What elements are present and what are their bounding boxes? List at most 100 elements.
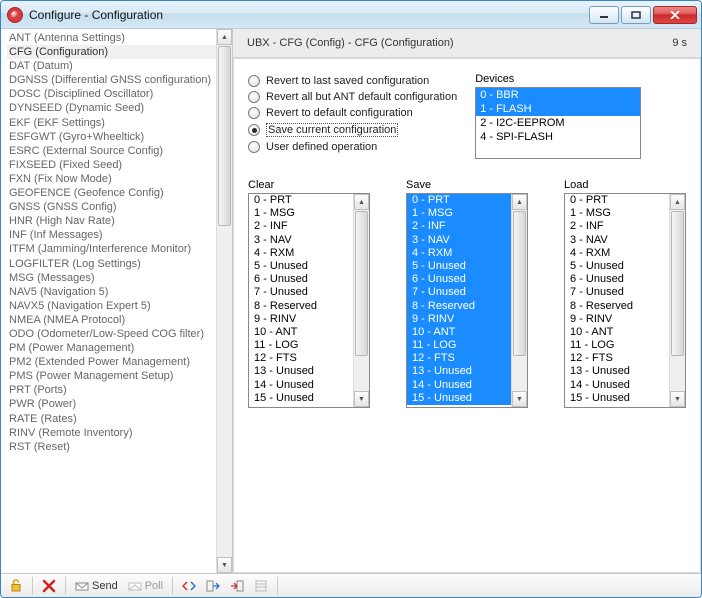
load-listbox[interactable]: 0 - PRT1 - MSG2 - INF3 - NAV4 - RXM5 - U…: [564, 193, 686, 408]
tree-item[interactable]: CFG (Configuration): [7, 45, 216, 59]
list-item[interactable]: 2 - INF: [249, 220, 353, 233]
devices-listbox[interactable]: 0 - BBR1 - FLASH2 - I2C-EEPROM4 - SPI-FL…: [475, 87, 641, 159]
tree-item[interactable]: DOSC (Disciplined Oscillator): [7, 87, 216, 101]
toolbar-btn-c[interactable]: [226, 576, 248, 596]
list-item[interactable]: 6 - Unused: [407, 273, 511, 286]
tree-item[interactable]: DYNSEED (Dynamic Seed): [7, 101, 216, 115]
send-button[interactable]: Send: [71, 576, 122, 596]
tree-item[interactable]: ITFM (Jamming/Interference Monitor): [7, 242, 216, 256]
clear-scrollbar[interactable]: ▲ ▼: [353, 194, 369, 407]
save-listbox[interactable]: 0 - PRT1 - MSG2 - INF3 - NAV4 - RXM5 - U…: [406, 193, 528, 408]
list-item[interactable]: 11 - LOG: [249, 339, 353, 352]
radio-option[interactable]: Revert to last saved configuration: [248, 75, 457, 87]
tree-item[interactable]: GNSS (GNSS Config): [7, 200, 216, 214]
tree-item[interactable]: EKF (EKF Settings): [7, 116, 216, 130]
list-item[interactable]: 7 - Unused: [249, 286, 353, 299]
list-item[interactable]: 11 - LOG: [565, 339, 669, 352]
tree-item[interactable]: MSG (Messages): [7, 271, 216, 285]
scroll-down-button[interactable]: ▼: [354, 391, 369, 407]
list-item[interactable]: 3 - NAV: [565, 234, 669, 247]
radio-option[interactable]: User defined operation: [248, 141, 457, 153]
list-item[interactable]: 12 - FTS: [407, 352, 511, 365]
scroll-thumb[interactable]: [671, 211, 684, 356]
list-item[interactable]: 14 - Unused: [565, 379, 669, 392]
scroll-up-button[interactable]: ▲: [217, 29, 232, 45]
list-item[interactable]: 1 - MSG: [407, 207, 511, 220]
toolbar-btn-d[interactable]: [250, 576, 272, 596]
tree-item[interactable]: GEOFENCE (Geofence Config): [7, 186, 216, 200]
tree-item[interactable]: ANT (Antenna Settings): [7, 31, 216, 45]
scroll-down-button[interactable]: ▼: [512, 391, 527, 407]
tree-item[interactable]: PWR (Power): [7, 397, 216, 411]
tree-item[interactable]: DAT (Datum): [7, 59, 216, 73]
lock-button[interactable]: [5, 576, 27, 596]
list-item[interactable]: 8 - Reserved: [565, 300, 669, 313]
list-item[interactable]: 1 - MSG: [565, 207, 669, 220]
list-item[interactable]: 3 - NAV: [249, 234, 353, 247]
device-item[interactable]: 4 - SPI-FLASH: [476, 130, 640, 144]
list-item[interactable]: 9 - RINV: [249, 313, 353, 326]
message-tree[interactable]: ANT (Antenna Settings)CFG (Configuration…: [1, 29, 216, 573]
list-item[interactable]: 13 - Unused: [249, 365, 353, 378]
list-item[interactable]: 10 - ANT: [249, 326, 353, 339]
device-item[interactable]: 1 - FLASH: [476, 102, 640, 116]
tree-item[interactable]: PRT (Ports): [7, 383, 216, 397]
list-item[interactable]: 4 - RXM: [407, 247, 511, 260]
tree-item[interactable]: RST (Reset): [7, 440, 216, 454]
list-item[interactable]: 3 - NAV: [407, 234, 511, 247]
toolbar-btn-b[interactable]: [202, 576, 224, 596]
list-item[interactable]: 13 - Unused: [565, 365, 669, 378]
list-item[interactable]: 8 - Reserved: [249, 300, 353, 313]
list-item[interactable]: 13 - Unused: [407, 365, 511, 378]
tree-item[interactable]: FIXSEED (Fixed Seed): [7, 158, 216, 172]
scroll-down-button[interactable]: ▼: [670, 391, 685, 407]
scroll-down-button[interactable]: ▼: [217, 557, 232, 573]
tree-item[interactable]: NMEA (NMEA Protocol): [7, 313, 216, 327]
list-item[interactable]: 12 - FTS: [249, 352, 353, 365]
radio-option[interactable]: Save current configuration: [248, 123, 457, 137]
list-item[interactable]: 6 - Unused: [249, 273, 353, 286]
list-item[interactable]: 7 - Unused: [407, 286, 511, 299]
list-item[interactable]: 9 - RINV: [407, 313, 511, 326]
list-item[interactable]: 10 - ANT: [565, 326, 669, 339]
list-item[interactable]: 0 - PRT: [249, 194, 353, 207]
scroll-up-button[interactable]: ▲: [512, 194, 527, 210]
list-item[interactable]: 4 - RXM: [565, 247, 669, 260]
delete-button[interactable]: [38, 576, 60, 596]
tree-item[interactable]: NAVX5 (Navigation Expert 5): [7, 299, 216, 313]
tree-item[interactable]: RATE (Rates): [7, 412, 216, 426]
list-item[interactable]: 8 - Reserved: [407, 300, 511, 313]
tree-item[interactable]: PMS (Power Management Setup): [7, 369, 216, 383]
list-item[interactable]: 4 - RXM: [249, 247, 353, 260]
list-item[interactable]: 9 - RINV: [565, 313, 669, 326]
list-item[interactable]: 0 - PRT: [565, 194, 669, 207]
clear-listbox[interactable]: 0 - PRT1 - MSG2 - INF3 - NAV4 - RXM5 - U…: [248, 193, 370, 408]
close-button[interactable]: [653, 6, 697, 24]
tree-item[interactable]: NAV5 (Navigation 5): [7, 285, 216, 299]
list-item[interactable]: 15 - Unused: [407, 392, 511, 405]
list-item[interactable]: 11 - LOG: [407, 339, 511, 352]
save-scrollbar[interactable]: ▲ ▼: [511, 194, 527, 407]
toolbar-btn-a[interactable]: [178, 576, 200, 596]
list-item[interactable]: 2 - INF: [407, 220, 511, 233]
list-item[interactable]: 10 - ANT: [407, 326, 511, 339]
tree-item[interactable]: PM2 (Extended Power Management): [7, 355, 216, 369]
maximize-button[interactable]: [621, 6, 651, 24]
tree-item[interactable]: PM (Power Management): [7, 341, 216, 355]
scroll-up-button[interactable]: ▲: [354, 194, 369, 210]
radio-option[interactable]: Revert to default configuration: [248, 107, 457, 119]
tree-item[interactable]: ESRC (External Source Config): [7, 144, 216, 158]
tree-item[interactable]: ODO (Odometer/Low-Speed COG filter): [7, 327, 216, 341]
scroll-thumb[interactable]: [513, 211, 526, 356]
minimize-button[interactable]: [589, 6, 619, 24]
load-scrollbar[interactable]: ▲ ▼: [669, 194, 685, 407]
tree-item[interactable]: DGNSS (Differential GNSS configuration): [7, 73, 216, 87]
tree-item[interactable]: LOGFILTER (Log Settings): [7, 257, 216, 271]
scroll-thumb[interactable]: [355, 211, 368, 356]
list-item[interactable]: 14 - Unused: [407, 379, 511, 392]
device-item[interactable]: 0 - BBR: [476, 88, 640, 102]
tree-scrollbar[interactable]: ▲ ▼: [216, 29, 232, 573]
list-item[interactable]: 15 - Unused: [249, 392, 353, 405]
list-item[interactable]: 14 - Unused: [249, 379, 353, 392]
tree-item[interactable]: FXN (Fix Now Mode): [7, 172, 216, 186]
